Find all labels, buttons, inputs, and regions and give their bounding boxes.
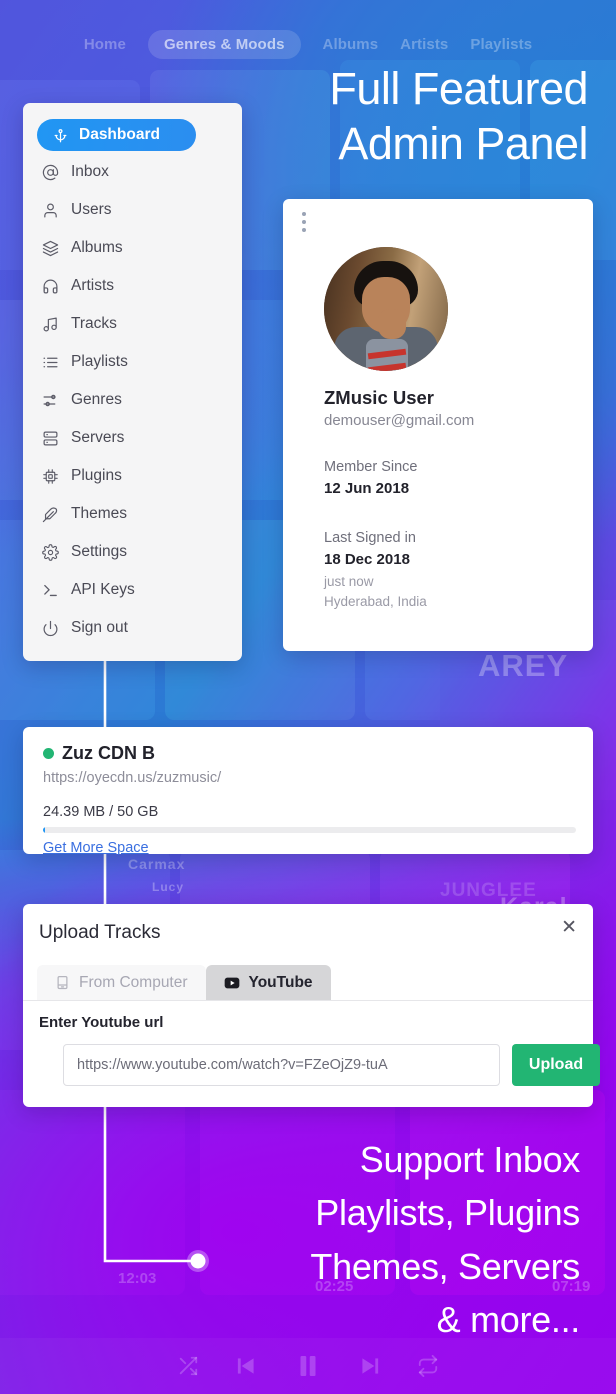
tagline-line-1: Support Inbox bbox=[359, 1139, 581, 1180]
member-since-value: 12 Jun 2018 bbox=[324, 480, 410, 497]
kebab-menu-icon[interactable] bbox=[302, 212, 306, 232]
power-icon bbox=[41, 619, 60, 638]
close-icon[interactable]: ✕ bbox=[561, 918, 577, 937]
tabs-divider bbox=[23, 1000, 593, 1001]
sidebar-item-inbox[interactable]: Inbox bbox=[23, 153, 242, 191]
sidebar-item-genres[interactable]: Genres bbox=[23, 381, 242, 419]
art-timestamp: 12:03 bbox=[118, 1270, 157, 1287]
tab-from-computer[interactable]: From Computer bbox=[37, 965, 206, 1000]
tagline-line-3: Themes, Servers bbox=[310, 1245, 580, 1287]
chip-icon bbox=[41, 467, 60, 486]
layers-icon bbox=[41, 239, 60, 258]
sidebar-item-label: API Keys bbox=[71, 581, 135, 598]
last-signed-in-value: 18 Dec 2018 bbox=[324, 551, 410, 568]
sidebar-item-label: Tracks bbox=[71, 315, 117, 332]
sidebar-item-label: Settings bbox=[71, 543, 128, 560]
last-signed-in-label: Last Signed in bbox=[324, 530, 416, 546]
art-word: JUNGLEE bbox=[440, 880, 537, 901]
repeat-icon[interactable] bbox=[417, 1355, 439, 1377]
nav-item-home[interactable]: Home bbox=[84, 36, 126, 53]
cdn-storage-card: Zuz CDN B https://oyecdn.us/zuzmusic/ 24… bbox=[23, 727, 593, 856]
sidebar-item-label: Playlists bbox=[71, 353, 128, 370]
upload-tabs: From Computer YouTube bbox=[37, 965, 331, 1000]
cdn-url: https://oyecdn.us/zuzmusic/ bbox=[43, 770, 222, 786]
list-icon bbox=[41, 353, 60, 372]
avatar bbox=[324, 247, 448, 371]
tagline-line-4: & more... bbox=[436, 1298, 581, 1340]
pause-icon[interactable] bbox=[293, 1351, 323, 1381]
last-signed-in-location: Hyderabad, India bbox=[324, 594, 427, 609]
sidebar-item-sign-out[interactable]: Sign out bbox=[23, 609, 242, 647]
profile-card: ZMusic User demouser@gmail.com Member Si… bbox=[283, 199, 593, 651]
profile-name: ZMusic User bbox=[324, 387, 435, 408]
cdn-progress-fill bbox=[43, 827, 46, 833]
nav-item-artists[interactable]: Artists bbox=[400, 36, 448, 53]
sliders-icon bbox=[41, 391, 60, 410]
sidebar-item-label: Albums bbox=[71, 239, 123, 256]
sidebar-item-artists[interactable]: Artists bbox=[23, 267, 242, 305]
youtube-icon bbox=[224, 975, 240, 991]
sidebar-item-label: Inbox bbox=[71, 163, 109, 180]
youtube-url-input[interactable]: https://www.youtube.com/watch?v=FZeOjZ9-… bbox=[63, 1044, 500, 1086]
sidebar-item-tracks[interactable]: Tracks bbox=[23, 305, 242, 343]
sidebar-item-label: Dashboard bbox=[79, 126, 160, 143]
tab-youtube[interactable]: YouTube bbox=[205, 965, 331, 1000]
feather-icon bbox=[41, 505, 60, 524]
headphones-icon bbox=[41, 277, 60, 296]
sidebar-item-label: Sign out bbox=[71, 619, 128, 636]
sidebar-item-label: Users bbox=[71, 201, 112, 218]
sidebar-item-label: Genres bbox=[71, 391, 122, 408]
sidebar-item-dashboard[interactable]: Dashboard bbox=[37, 119, 196, 151]
sidebar-item-settings[interactable]: Settings bbox=[23, 533, 242, 571]
art-word: Lucy bbox=[152, 880, 185, 894]
get-more-space-link[interactable]: Get More Space bbox=[43, 840, 149, 856]
sidebar-card: Dashboard Inbox Users Albums Artists Tra… bbox=[23, 103, 242, 661]
gear-icon bbox=[41, 543, 60, 562]
user-icon bbox=[41, 201, 60, 220]
sidebar-item-label: Plugins bbox=[71, 467, 122, 484]
nav-item-genres-moods[interactable]: Genres & Moods bbox=[147, 30, 301, 59]
tab-label: YouTube bbox=[248, 973, 313, 991]
tab-label: From Computer bbox=[79, 973, 188, 991]
sidebar-item-albums[interactable]: Albums bbox=[23, 229, 242, 267]
tagline: Support Inbox Playlists, Plugins Themes,… bbox=[160, 1133, 580, 1346]
cdn-name: Zuz CDN B bbox=[62, 743, 155, 763]
profile-email: demouser@gmail.com bbox=[324, 412, 475, 429]
shuffle-icon[interactable] bbox=[177, 1355, 199, 1377]
next-icon[interactable] bbox=[357, 1353, 383, 1379]
at-icon bbox=[41, 163, 60, 182]
nav-item-playlists[interactable]: Playlists bbox=[470, 36, 532, 53]
top-navigation: Home Genres & Moods Albums Artists Playl… bbox=[0, 30, 616, 59]
server-icon bbox=[41, 429, 60, 448]
cdn-progress-bar bbox=[43, 827, 576, 833]
status-online-icon bbox=[43, 748, 54, 759]
last-signed-in-relative: just now bbox=[324, 574, 374, 589]
previous-icon[interactable] bbox=[233, 1353, 259, 1379]
sidebar-item-themes[interactable]: Themes bbox=[23, 495, 242, 533]
computer-icon bbox=[55, 975, 70, 990]
sidebar-item-playlists[interactable]: Playlists bbox=[23, 343, 242, 381]
sidebar-item-label: Themes bbox=[71, 505, 127, 522]
member-since-label: Member Since bbox=[324, 459, 418, 475]
youtube-url-label: Enter Youtube url bbox=[39, 1014, 164, 1031]
sidebar-item-label: Servers bbox=[71, 429, 125, 446]
nav-item-albums[interactable]: Albums bbox=[323, 36, 379, 53]
anchor-icon bbox=[51, 126, 70, 145]
cdn-title-row: Zuz CDN B bbox=[43, 743, 155, 764]
sidebar-item-servers[interactable]: Servers bbox=[23, 419, 242, 457]
music-note-icon bbox=[41, 315, 60, 334]
art-word: Carmax bbox=[128, 856, 186, 872]
terminal-icon bbox=[41, 581, 60, 600]
upload-tracks-dialog: Upload Tracks ✕ From Computer YouTube En… bbox=[23, 904, 600, 1107]
player-bar bbox=[0, 1338, 616, 1394]
tagline-line-2: Playlists, Plugins bbox=[315, 1192, 580, 1234]
sidebar-item-users[interactable]: Users bbox=[23, 191, 242, 229]
sidebar-item-label: Artists bbox=[71, 277, 115, 294]
art-word: AREY bbox=[478, 648, 569, 683]
sidebar-item-plugins[interactable]: Plugins bbox=[23, 457, 242, 495]
upload-title: Upload Tracks bbox=[39, 922, 161, 943]
upload-button[interactable]: Upload bbox=[512, 1044, 600, 1086]
sidebar-item-api-keys[interactable]: API Keys bbox=[23, 571, 242, 609]
cdn-usage: 24.39 MB / 50 GB bbox=[43, 804, 159, 820]
